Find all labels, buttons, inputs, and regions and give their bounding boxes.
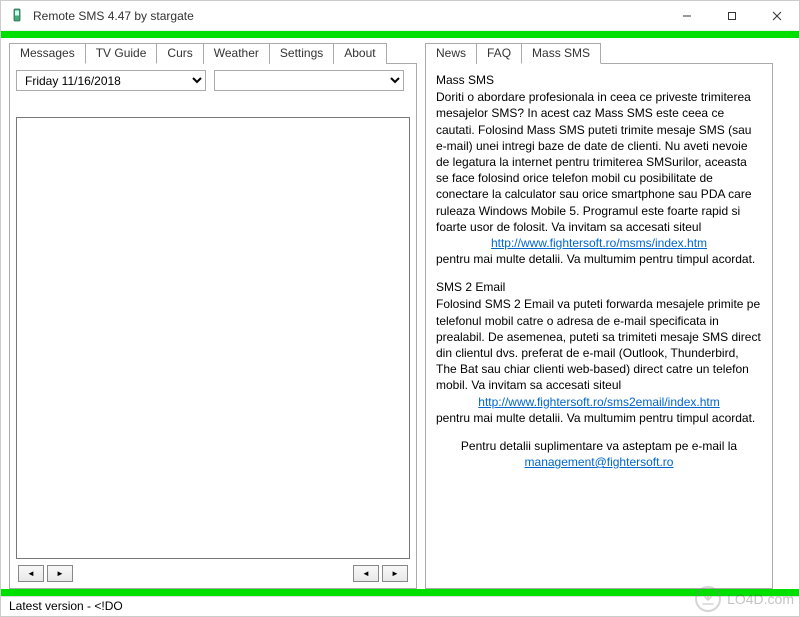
titlebar: Remote SMS 4.47 by stargate xyxy=(1,1,799,31)
sms2email-title: SMS 2 Email xyxy=(436,279,762,295)
sms2email-link[interactable]: http://www.fightersoft.ro/sms2email/inde… xyxy=(436,394,762,410)
contact-footer: Pentru detalii suplimentare va asteptam … xyxy=(436,438,762,470)
status-bar: Latest version - <!DO xyxy=(1,596,799,616)
dropdown-row: Friday 11/16/2018 xyxy=(16,70,410,91)
nav-row: ◄ ► ◄ ► xyxy=(16,565,410,582)
mass-sms-link[interactable]: http://www.fightersoft.ro/msms/index.htm xyxy=(436,235,762,251)
sms2email-section: SMS 2 Email Folosind SMS 2 Email va pute… xyxy=(436,279,762,426)
next-left-button[interactable]: ► xyxy=(47,565,73,582)
tab-about[interactable]: About xyxy=(333,43,386,64)
date-dropdown[interactable]: Friday 11/16/2018 xyxy=(16,70,206,91)
contact-email-link[interactable]: management@fightersoft.ro xyxy=(525,455,674,469)
contact-text: Pentru detalii suplimentare va asteptam … xyxy=(461,439,737,453)
window-title: Remote SMS 4.47 by stargate xyxy=(33,9,664,23)
tab-news[interactable]: News xyxy=(425,43,477,64)
tab-mass-sms[interactable]: Mass SMS xyxy=(521,43,601,64)
window-controls xyxy=(664,1,799,31)
prev-right-button[interactable]: ◄ xyxy=(353,565,379,582)
channel-dropdown[interactable] xyxy=(214,70,404,91)
tab-curs[interactable]: Curs xyxy=(156,43,203,64)
close-button[interactable] xyxy=(754,1,799,31)
app-icon xyxy=(9,8,25,24)
sms2email-text1: Folosind SMS 2 Email va puteti forwarda … xyxy=(436,297,761,392)
left-panel: Messages TV Guide Curs Weather Settings … xyxy=(9,42,417,589)
next-right-button[interactable]: ► xyxy=(382,565,408,582)
mass-sms-title: Mass SMS xyxy=(436,72,762,88)
mass-sms-text2: pentru mai multe detalii. Va multumim pe… xyxy=(436,252,755,266)
mass-sms-text1: Doriti o abordare profesionala in ceea c… xyxy=(436,90,752,234)
tab-tv-guide[interactable]: TV Guide xyxy=(85,43,158,64)
program-list[interactable] xyxy=(16,117,410,559)
mass-sms-section: Mass SMS Doriti o abordare profesionala … xyxy=(436,72,762,267)
left-tabs: Messages TV Guide Curs Weather Settings … xyxy=(9,42,417,63)
maximize-button[interactable] xyxy=(709,1,754,31)
tv-guide-body: Friday 11/16/2018 ◄ ► ◄ ► xyxy=(9,63,417,589)
right-panel: News FAQ Mass SMS Mass SMS Doriti o abor… xyxy=(425,42,773,589)
sms2email-text2: pentru mai multe detalii. Va multumim pe… xyxy=(436,411,755,425)
tab-weather[interactable]: Weather xyxy=(203,43,270,64)
prev-left-button[interactable]: ◄ xyxy=(18,565,44,582)
bottom-green-bar xyxy=(1,589,799,596)
app-window: Remote SMS 4.47 by stargate Messages TV … xyxy=(0,0,800,617)
minimize-button[interactable] xyxy=(664,1,709,31)
tab-messages[interactable]: Messages xyxy=(9,43,86,64)
content-area: Messages TV Guide Curs Weather Settings … xyxy=(1,38,799,589)
right-tabs: News FAQ Mass SMS xyxy=(425,42,773,63)
tab-settings[interactable]: Settings xyxy=(269,43,334,64)
tab-faq[interactable]: FAQ xyxy=(476,43,522,64)
top-green-bar xyxy=(1,31,799,38)
mass-sms-body: Mass SMS Doriti o abordare profesionala … xyxy=(425,63,773,589)
